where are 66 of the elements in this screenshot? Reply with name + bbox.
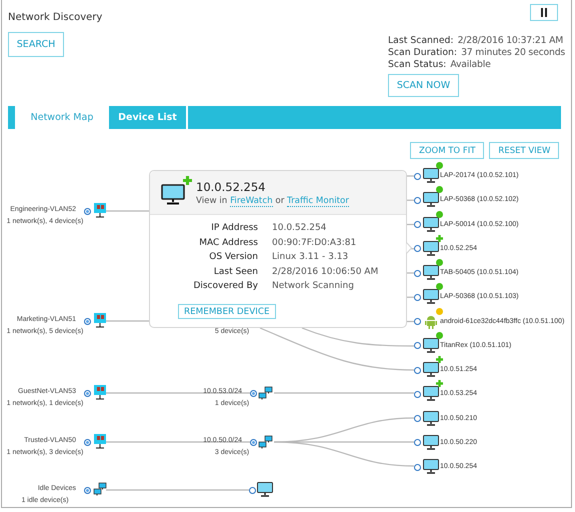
node-port-icon[interactable] [84, 208, 91, 214]
switch-icon[interactable] [94, 313, 106, 328]
node-port-icon[interactable] [414, 221, 421, 228]
connector-line [407, 200, 414, 201]
network-icon[interactable] [258, 435, 273, 449]
node-port-icon[interactable] [414, 294, 421, 301]
monitor-icon[interactable] [423, 386, 439, 402]
pause-icon [540, 8, 548, 17]
monitor-icon[interactable] [423, 216, 439, 232]
monitor-icon[interactable] [423, 192, 439, 208]
pause-button[interactable] [530, 4, 558, 21]
node-port-icon[interactable] [414, 270, 421, 276]
node-port-icon[interactable] [414, 415, 421, 422]
node-port-icon[interactable] [84, 438, 91, 446]
node-port-icon[interactable] [414, 439, 421, 446]
scan-info-value: 2/28/2016 10:37:21 AM [458, 35, 564, 46]
scan-info-label: Last Scanned: [388, 35, 454, 46]
node-port-icon[interactable] [414, 318, 421, 325]
detail-value: 10.0.52.254 [272, 222, 328, 234]
node-port-icon[interactable] [414, 464, 421, 470]
monitor-icon[interactable] [423, 434, 439, 450]
scan-info-label: Scan Status: [388, 59, 446, 70]
detail-label: Last Seen [212, 266, 258, 278]
node-port-icon[interactable] [414, 172, 421, 180]
connector-line [106, 210, 149, 212]
node-port-icon[interactable] [414, 390, 421, 398]
monitor-icon[interactable] [257, 482, 273, 497]
switch-icon[interactable] [94, 385, 106, 400]
connector-line [407, 296, 414, 298]
monitor-icon[interactable] [423, 338, 439, 353]
view-in-text: View in FireWatch or Traffic Monitor [196, 196, 349, 206]
detail-label: OS Version [208, 251, 258, 263]
popup-title: 10.0.52.254 [196, 180, 266, 194]
monitor-icon[interactable] [423, 265, 439, 280]
monitor-icon[interactable] [423, 240, 439, 256]
node-port-icon[interactable] [414, 366, 421, 374]
node-port-icon[interactable] [84, 486, 91, 494]
switch-icon[interactable] [94, 203, 106, 218]
scan-info-value: 37 minutes 20 seconds [461, 47, 566, 58]
monitor-icon[interactable] [423, 410, 439, 426]
node-port-icon[interactable] [250, 438, 257, 446]
node-port-icon[interactable] [250, 390, 257, 396]
monitor-icon[interactable] [423, 362, 439, 377]
node-port-icon[interactable] [414, 342, 421, 350]
detail-value: Network Scanning [272, 280, 355, 292]
node-port-icon[interactable] [414, 245, 421, 252]
detail-label: MAC Address [198, 236, 258, 248]
switch-icon[interactable] [94, 434, 106, 449]
node-port-icon[interactable] [414, 196, 421, 204]
detail-label: IP Address [210, 222, 258, 234]
scan-info-value: Available [450, 59, 491, 70]
network-icon[interactable] [258, 386, 273, 400]
detail-value: 00:90:7F:D0:A3:81 [272, 236, 358, 248]
detail-value: 2/28/2016 10:06:50 AM [272, 266, 380, 278]
monitor-icon[interactable] [423, 168, 439, 183]
monitor-icon[interactable] [423, 459, 439, 474]
node-port-icon[interactable] [84, 318, 91, 324]
scan-info-label: Scan Duration: [388, 47, 458, 58]
connector-line [106, 320, 149, 322]
window-title: Network Discovery [8, 12, 102, 23]
monitor-icon[interactable] [423, 289, 439, 304]
network-icon[interactable] [93, 482, 107, 496]
detail-value: Linux 3.11 - 3.13 [272, 251, 350, 263]
detail-label: Discovered By [192, 280, 258, 292]
node-port-icon[interactable] [249, 486, 256, 494]
node-port-icon[interactable] [84, 390, 91, 396]
